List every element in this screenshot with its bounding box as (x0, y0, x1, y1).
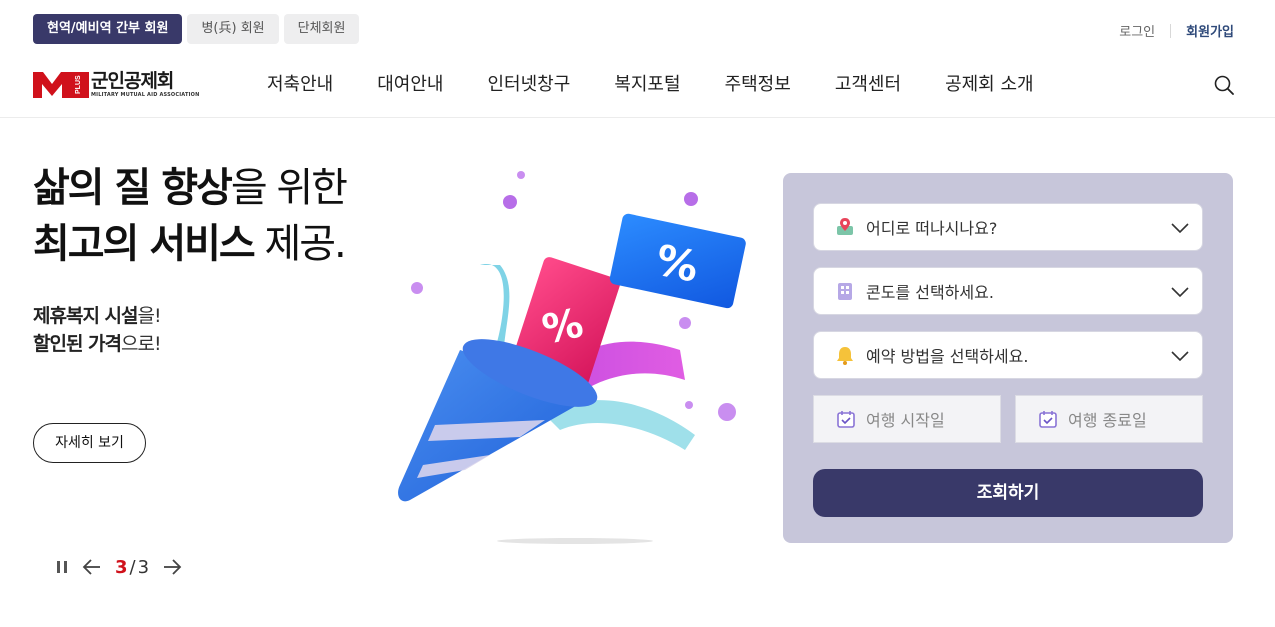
slide-total: 3 (137, 556, 150, 578)
destination-select[interactable]: 어디로 떠나시나요? (813, 203, 1203, 251)
detail-button[interactable]: 자세히 보기 (33, 423, 146, 463)
tab-group-member[interactable]: 단체회원 (283, 14, 360, 44)
main-navigation: 저축안내 대여안내 인터넷창구 복지포털 주택정보 고객센터 공제회 소개 (245, 72, 1056, 98)
hero-subtext: 제휴복지 시설을! 할인된 가격으로! (33, 302, 162, 358)
nav-about[interactable]: 공제회 소개 (923, 72, 1056, 98)
login-link[interactable]: 로그인 (1119, 21, 1155, 40)
header-divider (0, 117, 1275, 118)
logo-mark-icon: PLUS (33, 72, 89, 98)
condo-placeholder: 콘도를 선택하세요. (866, 283, 994, 302)
logo-subtitle: MILITARY MUTUAL AID ASSOCIATION (91, 92, 200, 98)
start-date-placeholder: 여행 시작일 (866, 411, 945, 430)
hero-line2-bold: 최고의 서비스 (33, 221, 256, 267)
nav-savings[interactable]: 저축안내 (245, 72, 355, 98)
hero-headline: 삶의 질 향상을 위한 최고의 서비스 제공. (33, 160, 348, 272)
arrow-right-icon[interactable] (161, 556, 183, 578)
slide-counter: 3 / 3 (115, 557, 149, 578)
nav-housing-info[interactable]: 주택정보 (703, 72, 813, 98)
tab-soldier-member[interactable]: 병(兵) 회원 (187, 14, 279, 44)
hero-line1-rest: 을 위한 (230, 165, 348, 211)
booking-panel: 어디로 떠나시나요? 콘도를 선택하세요. 예약 방법을 선택하세요. 여행 시… (783, 173, 1233, 543)
calendar-icon (837, 411, 855, 428)
hero-sub1-rest: 을! (137, 305, 162, 327)
hero-sub2-rest: 으로! (121, 333, 162, 355)
slide-current: 3 (115, 556, 128, 578)
nav-loans[interactable]: 대여안내 (355, 72, 465, 98)
search-icon[interactable] (1214, 75, 1234, 95)
nav-welfare-portal[interactable]: 복지포털 (592, 72, 702, 98)
utility-links: 로그인 회원가입 (1119, 21, 1234, 40)
method-select[interactable]: 예약 방법을 선택하세요. (813, 331, 1203, 379)
slider-controls: 3 / 3 (55, 556, 183, 578)
end-date-field[interactable]: 여행 종료일 (1015, 395, 1203, 443)
calendar-icon (1039, 411, 1057, 428)
chevron-down-icon (1171, 287, 1189, 298)
divider (1170, 23, 1172, 38)
nav-internet-window[interactable]: 인터넷창구 (466, 72, 593, 98)
chevron-down-icon (1171, 351, 1189, 362)
hero-line1-bold: 삶의 질 향상 (33, 165, 233, 211)
party-popper-illustration: % % (398, 171, 746, 544)
join-link[interactable]: 회원가입 (1186, 21, 1234, 40)
logo-title: 군인공제회 (91, 70, 174, 92)
condo-select[interactable]: 콘도를 선택하세요. (813, 267, 1203, 315)
end-date-placeholder: 여행 종료일 (1068, 411, 1147, 430)
start-date-field[interactable]: 여행 시작일 (813, 395, 1001, 443)
search-submit-button[interactable]: 조회하기 (813, 469, 1203, 517)
member-type-tabs: 현역/예비역 간부 회원 병(兵) 회원 단체회원 (33, 14, 360, 44)
hero-line2-rest: 제공. (253, 221, 346, 267)
chevron-down-icon (1171, 223, 1189, 234)
building-icon (838, 283, 852, 300)
map-pin-icon (837, 218, 853, 235)
hero-sub2-bold: 할인된 가격 (33, 333, 122, 355)
hero-sub1-bold: 제휴복지 시설 (33, 305, 138, 327)
slide-separator: / (129, 556, 136, 578)
tab-officer-member[interactable]: 현역/예비역 간부 회원 (33, 14, 183, 44)
logo-plus-text: PLUS (75, 75, 82, 94)
arrow-left-icon[interactable] (81, 556, 103, 578)
site-logo[interactable]: PLUS 군인공제회 MILITARY MUTUAL AID ASSOCIATI… (33, 70, 200, 100)
bell-icon (837, 347, 853, 365)
nav-customer-center[interactable]: 고객센터 (813, 72, 923, 98)
destination-placeholder: 어디로 떠나시나요? (866, 219, 998, 238)
method-placeholder: 예약 방법을 선택하세요. (866, 347, 1029, 366)
pause-icon[interactable] (55, 560, 69, 574)
